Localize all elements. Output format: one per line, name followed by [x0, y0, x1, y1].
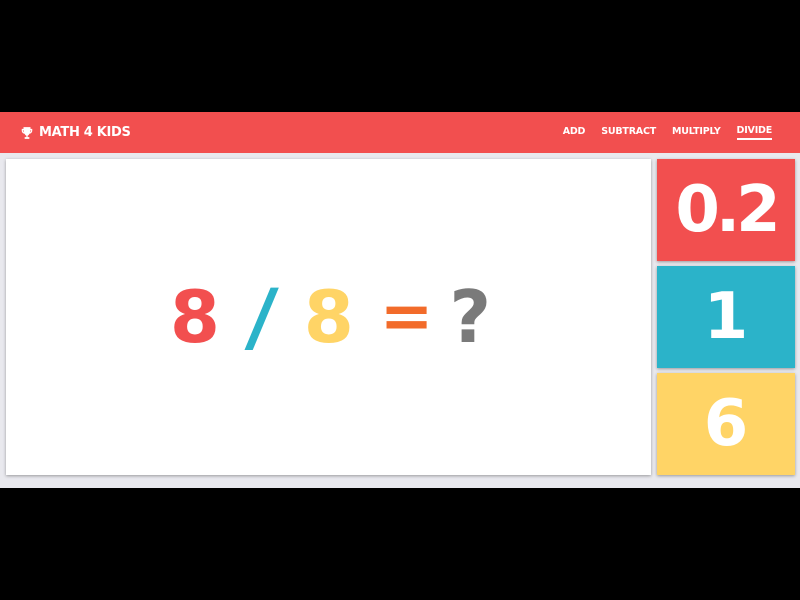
answer-option-1[interactable]: 0.2	[657, 159, 795, 261]
operation-nav: ADD SUBTRACT MULTIPLY DIVIDE	[563, 125, 772, 140]
brand[interactable]: MATH 4 KIDS	[20, 125, 131, 140]
app-frame: MATH 4 KIDS ADD SUBTRACT MULTIPLY DIVIDE…	[0, 112, 800, 488]
nav-link-divide[interactable]: DIVIDE	[736, 125, 772, 140]
answer-option-3-value: 6	[703, 387, 749, 461]
equation: 8 / 8 = ?	[6, 159, 651, 475]
answer-option-1-value: 0.2	[675, 173, 780, 247]
answer-option-2-value: 1	[703, 280, 749, 354]
operand-b: 8	[303, 275, 354, 359]
top-navbar: MATH 4 KIDS ADD SUBTRACT MULTIPLY DIVIDE	[0, 112, 800, 153]
trophy-icon	[21, 126, 33, 139]
nav-link-subtract[interactable]: SUBTRACT	[601, 126, 656, 139]
nav-link-add[interactable]: ADD	[563, 126, 586, 139]
equation-board: 8 / 8 = ?	[6, 159, 651, 475]
operator-symbol: /	[243, 272, 281, 361]
brand-title: MATH 4 KIDS	[39, 125, 131, 140]
unknown-result: ?	[449, 275, 492, 359]
operand-a: 8	[169, 275, 220, 359]
equals-sign: =	[379, 280, 434, 354]
answer-option-3[interactable]: 6	[657, 373, 795, 475]
nav-link-multiply[interactable]: MULTIPLY	[672, 126, 721, 139]
answer-option-2[interactable]: 1	[657, 266, 795, 368]
